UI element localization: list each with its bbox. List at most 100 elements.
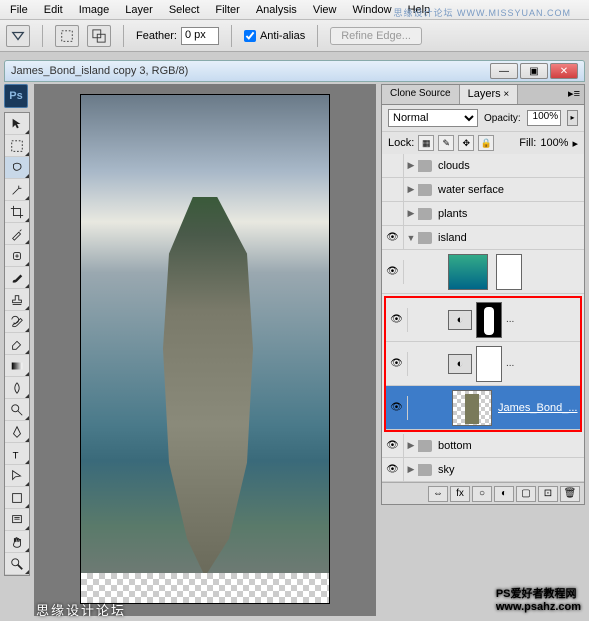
tool-shape[interactable] [5, 487, 29, 509]
new-layer-icon[interactable]: ⊡ [538, 486, 558, 502]
antialias-checkbox[interactable] [244, 30, 256, 42]
layer-mask[interactable] [496, 254, 522, 290]
lock-pixels-icon[interactable]: ✎ [438, 135, 454, 151]
tool-blur[interactable] [5, 377, 29, 399]
expand-icon[interactable]: ▶ [404, 464, 418, 475]
layer-name[interactable]: plants [436, 208, 584, 220]
tool-eyedropper[interactable] [5, 223, 29, 245]
layer-image-ocean[interactable] [382, 250, 584, 294]
tool-notes[interactable] [5, 509, 29, 531]
visibility-toggle[interactable] [382, 226, 404, 250]
menu-file[interactable]: File [2, 1, 36, 19]
tool-eraser[interactable] [5, 333, 29, 355]
fill-input[interactable]: 100% [540, 137, 568, 149]
expand-icon[interactable]: ▶ [404, 184, 418, 195]
visibility-toggle[interactable] [386, 308, 408, 332]
fx-icon[interactable]: fx [450, 486, 470, 502]
menu-filter[interactable]: Filter [207, 1, 247, 19]
tool-gradient[interactable] [5, 355, 29, 377]
lock-label: Lock: [388, 137, 414, 149]
adjustment-icon[interactable]: ◐ [448, 310, 472, 330]
layer-adjustment-1[interactable]: ◐ ... [386, 298, 580, 342]
trash-icon[interactable]: 🗑 [560, 486, 580, 502]
opacity-arrow-icon[interactable]: ▸ [567, 110, 578, 126]
tool-brush[interactable] [5, 267, 29, 289]
visibility-toggle[interactable] [386, 396, 408, 420]
selection-new-icon[interactable] [55, 25, 79, 47]
layer-group-island[interactable]: ▼ island [382, 226, 584, 250]
blend-mode-select[interactable]: Normal [388, 109, 478, 127]
minimize-button[interactable]: — [490, 63, 518, 79]
layer-thumbnail[interactable] [452, 390, 492, 426]
tool-preset-icon[interactable] [6, 25, 30, 47]
adjustment-icon[interactable]: ◐ [494, 486, 514, 502]
layer-name[interactable]: water serface [436, 184, 584, 196]
panel-menu-icon[interactable]: ▸≡ [564, 85, 584, 104]
layer-group-clouds[interactable]: ▶ clouds [382, 154, 584, 178]
tool-pen[interactable] [5, 421, 29, 443]
tool-hand[interactable] [5, 531, 29, 553]
layer-name[interactable]: island [436, 232, 584, 244]
selection-add-icon[interactable] [87, 25, 111, 47]
visibility-toggle[interactable] [382, 202, 404, 226]
visibility-toggle[interactable] [382, 458, 404, 482]
maximize-button[interactable]: ▣ [520, 63, 548, 79]
layer-adjustment-2[interactable]: ◐ ... [386, 342, 580, 386]
tool-move[interactable] [5, 113, 29, 135]
layer-group-bottom[interactable]: ▶ bottom [382, 434, 584, 458]
tool-history-brush[interactable] [5, 311, 29, 333]
refine-edge-button[interactable]: Refine Edge... [330, 27, 422, 45]
layer-name[interactable]: bottom [436, 440, 584, 452]
menu-image[interactable]: Image [71, 1, 118, 19]
expand-icon[interactable]: ▶ [404, 208, 418, 219]
lock-transparent-icon[interactable]: ▦ [418, 135, 434, 151]
layer-james-bond[interactable]: James_Bond_... [386, 386, 580, 430]
visibility-toggle[interactable] [382, 178, 404, 202]
close-button[interactable]: ✕ [550, 63, 578, 79]
mask-icon[interactable]: ○ [472, 486, 492, 502]
menu-select[interactable]: Select [161, 1, 208, 19]
tool-heal[interactable] [5, 245, 29, 267]
group-icon[interactable]: ▢ [516, 486, 536, 502]
layer-group-plants[interactable]: ▶ plants [382, 202, 584, 226]
layer-thumbnail[interactable] [448, 254, 488, 290]
layer-group-water[interactable]: ▶ water serface [382, 178, 584, 202]
tab-clone-source[interactable]: Clone Source [382, 85, 460, 104]
tool-crop[interactable] [5, 201, 29, 223]
layer-group-sky[interactable]: ▶ sky [382, 458, 584, 482]
tool-path[interactable] [5, 465, 29, 487]
lock-position-icon[interactable]: ✥ [458, 135, 474, 151]
expand-icon[interactable]: ▶ [404, 160, 418, 171]
tab-layers[interactable]: Layers × [460, 85, 519, 104]
menu-view[interactable]: View [305, 1, 345, 19]
layer-name[interactable]: sky [436, 464, 584, 476]
link-layers-icon[interactable]: ⇔ [428, 486, 448, 502]
collapse-icon[interactable]: ▼ [404, 233, 418, 243]
visibility-toggle[interactable] [382, 154, 404, 178]
layer-name[interactable]: James_Bond_... [496, 402, 580, 414]
menu-analysis[interactable]: Analysis [248, 1, 305, 19]
tool-type[interactable]: T [5, 443, 29, 465]
menu-edit[interactable]: Edit [36, 1, 71, 19]
visibility-toggle[interactable] [382, 260, 404, 284]
menu-layer[interactable]: Layer [117, 1, 161, 19]
tool-dodge[interactable] [5, 399, 29, 421]
visibility-toggle[interactable] [382, 434, 404, 458]
folder-icon [418, 232, 432, 244]
layer-name[interactable]: clouds [436, 160, 584, 172]
tool-stamp[interactable] [5, 289, 29, 311]
expand-icon[interactable]: ▶ [404, 440, 418, 451]
adjustment-icon[interactable]: ◐ [448, 354, 472, 374]
layer-mask[interactable] [476, 346, 502, 382]
tool-marquee[interactable] [5, 135, 29, 157]
opacity-input[interactable]: 100% [527, 110, 561, 126]
lock-all-icon[interactable]: 🔒 [478, 135, 494, 151]
visibility-toggle[interactable] [386, 352, 408, 376]
layer-mask[interactable] [476, 302, 502, 338]
tool-zoom[interactable] [5, 553, 29, 575]
feather-input[interactable]: 0 px [181, 27, 219, 45]
canvas-area[interactable] [34, 84, 376, 616]
tool-wand[interactable] [5, 179, 29, 201]
tool-lasso[interactable] [5, 157, 29, 179]
fill-arrow-icon[interactable]: ▸ [572, 137, 578, 150]
